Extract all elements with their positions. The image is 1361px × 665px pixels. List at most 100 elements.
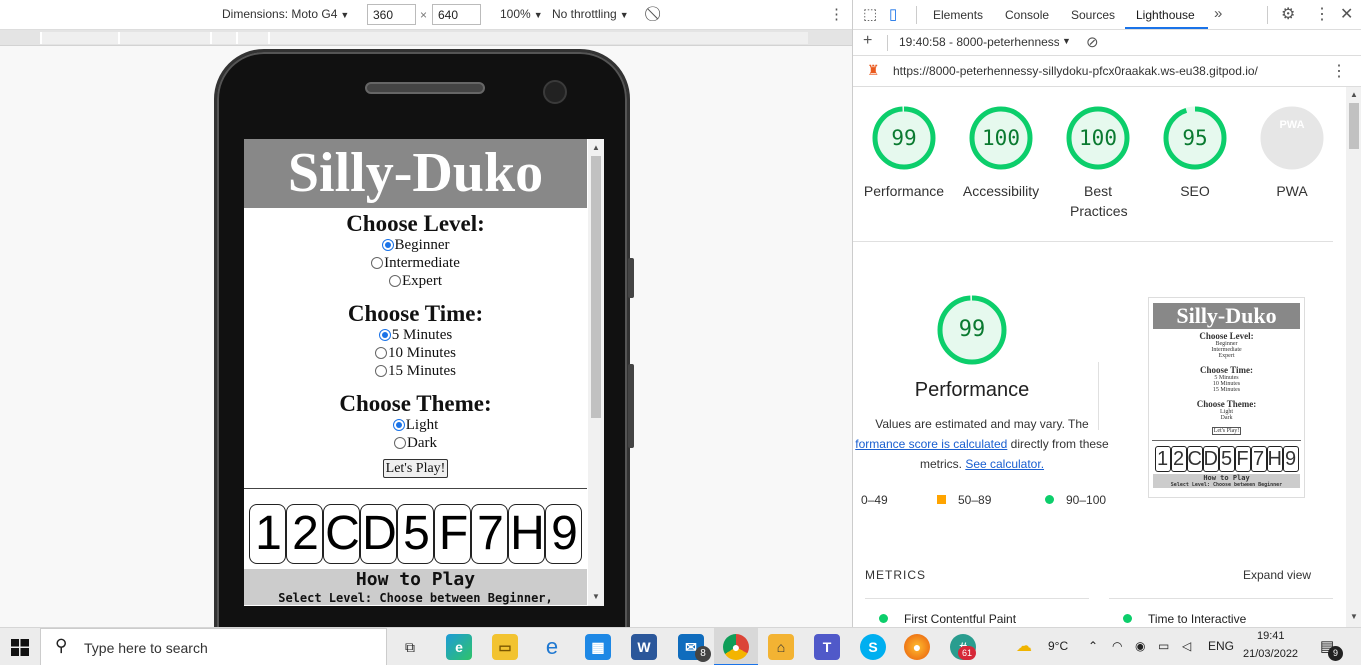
width-input[interactable]: 360 <box>367 4 416 25</box>
device-toggle-icon[interactable]: ▯ <box>889 5 897 23</box>
letter-tile: 9 <box>545 504 582 564</box>
score-gauge-performance[interactable]: 99 <box>871 105 937 171</box>
level-option[interactable]: Intermediate <box>244 254 587 272</box>
device-select[interactable]: Dimensions: Moto G4 ▼ <box>222 7 349 21</box>
score-gauge-seo[interactable]: 95 <box>1162 105 1228 171</box>
scroll-up-icon[interactable]: ▲ <box>592 143 600 152</box>
devtools-panel: ⬚ ▯ Elements Console Sources Lighthouse … <box>852 0 1361 627</box>
weather-temp[interactable]: 9°C <box>1048 639 1068 653</box>
thumb-howto-title: How to Play <box>1203 474 1250 482</box>
tab-lighthouse[interactable]: Lighthouse <box>1136 8 1195 22</box>
height-input[interactable]: 640 <box>432 4 481 25</box>
app-icon[interactable]: ▦ <box>585 634 611 660</box>
device-label: Dimensions: Moto G4 <box>222 7 338 21</box>
ruler-segment[interactable] <box>236 32 268 44</box>
chrome-taskbar-item-active[interactable]: ● <box>714 628 758 665</box>
ruler-segment[interactable] <box>40 32 118 44</box>
battery-icon[interactable]: ▭ <box>1158 639 1169 653</box>
time-option[interactable]: 5 Minutes <box>244 326 587 344</box>
file-explorer-icon[interactable]: ▭ <box>492 634 518 660</box>
scrollbar-thumb[interactable] <box>591 156 601 418</box>
level-option[interactable]: Expert <box>244 272 587 290</box>
radio-button[interactable] <box>371 257 384 269</box>
internet-explorer-icon[interactable]: e <box>539 634 565 660</box>
kebab-menu-icon[interactable]: ⋮ <box>1331 61 1347 81</box>
report-scrollbar[interactable]: ▲ ▼ <box>1346 87 1361 627</box>
level-option[interactable]: Beginner <box>244 236 587 254</box>
clear-icon[interactable]: ⊘ <box>1086 33 1099 51</box>
time-option-label: 15 Minutes <box>388 363 456 379</box>
store-icon[interactable]: ⌂ <box>768 634 794 660</box>
taskbar-search-box[interactable]: ⚲ Type here to search <box>40 628 387 665</box>
report-url[interactable]: https://8000-peterhennessy-sillydoku-pfc… <box>893 64 1258 78</box>
scroll-down-icon[interactable]: ▼ <box>1350 612 1358 621</box>
expand-view-toggle[interactable]: Expand view <box>1243 568 1311 582</box>
score-gauge-pwa[interactable]: PWA <box>1259 105 1325 171</box>
radio-button[interactable] <box>375 365 388 377</box>
word-icon[interactable]: W <box>631 634 657 660</box>
scroll-down-icon[interactable]: ▼ <box>592 592 600 601</box>
score-gauge-best-practices[interactable]: 100 <box>1065 105 1131 171</box>
chevron-up-icon[interactable]: ⌃ <box>1088 639 1098 653</box>
chevron-down-icon[interactable]: ▼ <box>1062 36 1071 46</box>
legend-pass: 90–100 <box>1045 493 1106 507</box>
square-icon <box>937 495 946 504</box>
letter-tile: 2 <box>286 504 323 564</box>
radio-button[interactable] <box>392 419 405 431</box>
time-option[interactable]: 10 Minutes <box>244 344 587 362</box>
windows-start-icon[interactable] <box>11 639 29 656</box>
clock-date[interactable]: 21/03/2022 <box>1243 648 1298 660</box>
edge-icon[interactable]: e <box>446 634 472 660</box>
firefox-icon[interactable]: ● <box>904 634 930 660</box>
weather-icon[interactable]: ☁ <box>1016 636 1032 656</box>
thumb-title: Silly-Duko <box>1153 303 1300 329</box>
see-calculator-link[interactable]: See calculator. <box>965 457 1044 471</box>
legend-fail: 0–49 <box>861 493 888 507</box>
teams-icon[interactable]: T <box>814 634 840 660</box>
theme-option-label: Dark <box>407 435 437 451</box>
tab-sources[interactable]: Sources <box>1071 8 1115 22</box>
task-view-icon[interactable]: ⧉ <box>397 634 423 660</box>
radio-button[interactable] <box>378 329 391 341</box>
ruler-segment[interactable] <box>210 32 236 44</box>
language-indicator[interactable]: ENG <box>1208 639 1234 653</box>
time-option-label: 10 Minutes <box>388 345 456 361</box>
radio-button[interactable] <box>394 437 406 449</box>
search-icon: ⚲ <box>55 636 68 655</box>
time-option[interactable]: 15 Minutes <box>244 362 587 380</box>
viewport-scrollbar[interactable]: ▲ ▼ <box>588 139 604 606</box>
volume-icon[interactable]: ◁ <box>1182 639 1191 653</box>
score-gauge-accessibility[interactable]: 100 <box>968 105 1034 171</box>
ruler-segment[interactable] <box>118 32 210 44</box>
network-icon[interactable]: ◠ <box>1112 639 1122 653</box>
tab-console[interactable]: Console <box>1005 8 1049 22</box>
radio-button[interactable] <box>381 239 394 251</box>
gear-icon[interactable]: ⚙ <box>1281 4 1295 24</box>
close-icon[interactable]: ✕ <box>1340 4 1353 24</box>
tab-elements[interactable]: Elements <box>933 8 983 22</box>
thumb-play-button: Let's Play! <box>1211 427 1242 435</box>
radio-button[interactable] <box>375 347 388 359</box>
clock-time[interactable]: 19:41 <box>1257 630 1285 642</box>
thumb-how-to-play: How to Play Select Level: Choose between… <box>1153 474 1300 488</box>
kebab-menu-icon[interactable]: ⋮ <box>829 5 844 23</box>
more-tabs-icon[interactable]: » <box>1214 5 1222 22</box>
thumb-tile-row: 12CD5F7H9 <box>1149 446 1304 472</box>
meet-icon[interactable]: ◉ <box>1135 639 1145 653</box>
inspect-icon[interactable]: ⬚ <box>863 5 877 23</box>
ruler-segment[interactable] <box>268 32 808 44</box>
plus-icon[interactable]: + <box>863 32 872 50</box>
lets-play-button[interactable]: Let's Play! <box>382 459 449 478</box>
theme-option[interactable]: Light <box>244 416 587 434</box>
skype-icon[interactable]: S <box>860 634 886 660</box>
score-calc-link[interactable]: formance score is calculated <box>855 437 1007 451</box>
throttling-select[interactable]: No throttling ▼ <box>552 7 629 21</box>
report-select[interactable]: 19:40:58 - 8000-peterhennessy <box>899 35 1059 49</box>
media-query-ruler[interactable] <box>0 30 852 46</box>
theme-option[interactable]: Dark <box>244 434 587 452</box>
zoom-select[interactable]: 100% ▼ <box>500 7 543 21</box>
scroll-up-icon[interactable]: ▲ <box>1350 90 1358 99</box>
scrollbar-thumb[interactable] <box>1349 103 1359 149</box>
kebab-menu-icon[interactable]: ⋮ <box>1314 4 1330 24</box>
radio-button[interactable] <box>389 275 401 287</box>
